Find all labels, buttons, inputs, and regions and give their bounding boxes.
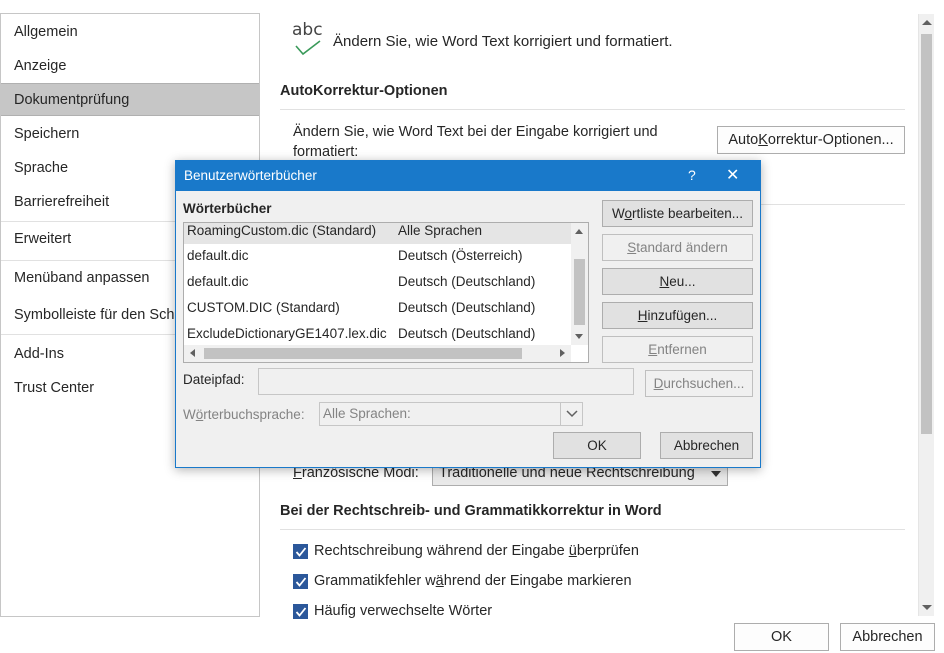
dictionary-name: RoamingCustom.dic (Standard) <box>187 223 377 238</box>
add-button[interactable]: Hinzufügen... <box>602 302 753 329</box>
autocorrect-section-title: AutoKorrektur-Optionen <box>280 83 448 99</box>
scroll-right-icon[interactable] <box>560 349 565 357</box>
checkbox-label: Rechtschreibung während der Eingabe über… <box>314 543 639 559</box>
file-path-label: Dateipfad: <box>183 372 245 387</box>
nav-item-anzeige[interactable]: Anzeige <box>1 50 259 82</box>
close-icon[interactable]: ✕ <box>726 165 739 185</box>
scrollbar-thumb[interactable] <box>921 34 932 434</box>
checkbox-label: Grammatikfehler während der Eingabe mark… <box>314 573 632 589</box>
scrollbar-thumb[interactable] <box>574 259 585 325</box>
dictionary-name: ExcludeDictionaryGE1407.lex.dic <box>187 326 387 341</box>
dictionary-language: Deutsch (Deutschland) <box>398 300 536 315</box>
dictionary-language: Deutsch (Deutschland) <box>398 274 536 289</box>
new-button[interactable]: Neu... <box>602 268 753 295</box>
scroll-up-icon[interactable] <box>922 20 932 25</box>
scroll-down-icon[interactable] <box>922 605 932 610</box>
change-default-button[interactable]: Standard ändern <box>602 234 753 261</box>
list-vertical-scrollbar[interactable] <box>571 223 588 345</box>
checkmark-icon <box>295 40 321 56</box>
chevron-down-icon[interactable] <box>560 403 582 425</box>
spellcheck-icon: abc <box>292 20 328 60</box>
checkmark-icon <box>295 607 307 617</box>
checkbox[interactable] <box>293 604 308 619</box>
section-divider <box>280 529 905 530</box>
dictionary-name: CUSTOM.DIC (Standard) <box>187 300 340 315</box>
list-item[interactable]: default.dic Deutsch (Österreich) <box>184 243 572 269</box>
scrollbar-thumb[interactable] <box>204 348 522 359</box>
dropdown-arrow-icon <box>711 471 721 477</box>
list-item[interactable]: default.dic Deutsch (Deutschland) <box>184 269 572 295</box>
scroll-down-icon[interactable] <box>575 334 583 339</box>
help-icon[interactable]: ? <box>688 167 696 183</box>
checkbox[interactable] <box>293 574 308 589</box>
checkmark-icon <box>295 547 307 557</box>
nav-item-speichern[interactable]: Speichern <box>1 118 259 150</box>
file-path-field[interactable] <box>258 368 634 395</box>
content-scrollbar[interactable] <box>918 14 934 616</box>
autocorrect-description: Ändern Sie, wie Word Text bei der Eingab… <box>293 124 658 160</box>
word-section-title: Bei der Rechtschreib- und Grammatikkorre… <box>280 503 662 519</box>
dictionaries-label: Wörterbücher <box>183 201 272 216</box>
dictionary-language-select[interactable]: Alle Sprachen: <box>319 402 583 426</box>
spellcheck-icon-text: abc <box>292 20 323 40</box>
scroll-left-icon[interactable] <box>190 349 195 357</box>
checkmark-icon <box>295 577 307 587</box>
list-item[interactable]: RoamingCustom.dic (Standard) Alle Sprach… <box>184 223 572 244</box>
dialog-title-bar: Benutzerwörterbücher ? ✕ <box>176 161 760 191</box>
autocorrect-options-button[interactable]: AutoKorrektur-Optionen... <box>717 126 905 154</box>
dictionary-language-value: Alle Sprachen: <box>323 406 411 421</box>
checkbox[interactable] <box>293 544 308 559</box>
dictionary-language: Alle Sprachen <box>398 223 483 238</box>
options-ok-button[interactable]: OK <box>734 623 829 651</box>
nav-item-allgemein[interactable]: Allgemein <box>1 16 259 48</box>
nav-item-dokumentpruefung[interactable]: Dokumentprüfung <box>1 83 259 116</box>
dialog-title: Benutzerwörterbücher <box>184 168 317 183</box>
section-divider <box>280 109 905 110</box>
list-horizontal-scrollbar[interactable] <box>184 345 571 362</box>
dictionary-language: Deutsch (Deutschland) <box>398 326 536 341</box>
edit-word-list-button[interactable]: Wortliste bearbeiten... <box>602 200 753 227</box>
checkbox-label: Häufig verwechselte Wörter <box>314 603 493 619</box>
scroll-up-icon[interactable] <box>575 229 583 234</box>
list-item[interactable]: CUSTOM.DIC (Standard) Deutsch (Deutschla… <box>184 295 572 321</box>
dictionary-list[interactable]: RoamingCustom.dic (Standard) Alle Sprach… <box>183 222 589 363</box>
dictionary-name: default.dic <box>187 248 249 263</box>
browse-button[interactable]: Durchsuchen... <box>645 370 753 397</box>
remove-button[interactable]: Entfernen <box>602 336 753 363</box>
list-item[interactable]: ExcludeDictionaryGE1407.lex.dic Deutsch … <box>184 321 572 347</box>
dialog-ok-button[interactable]: OK <box>553 432 641 459</box>
dictionary-name: default.dic <box>187 274 249 289</box>
dialog-cancel-button[interactable]: Abbrechen <box>660 432 753 459</box>
dictionary-language: Deutsch (Österreich) <box>398 248 523 263</box>
page-header-text: Ändern Sie, wie Word Text korrigiert und… <box>333 33 673 50</box>
dictionary-language-label: Wörterbuchsprache: <box>183 407 305 422</box>
custom-dictionaries-dialog: Benutzerwörterbücher ? ✕ Wörterbücher Ro… <box>175 160 761 468</box>
options-cancel-button[interactable]: Abbrechen <box>840 623 935 651</box>
